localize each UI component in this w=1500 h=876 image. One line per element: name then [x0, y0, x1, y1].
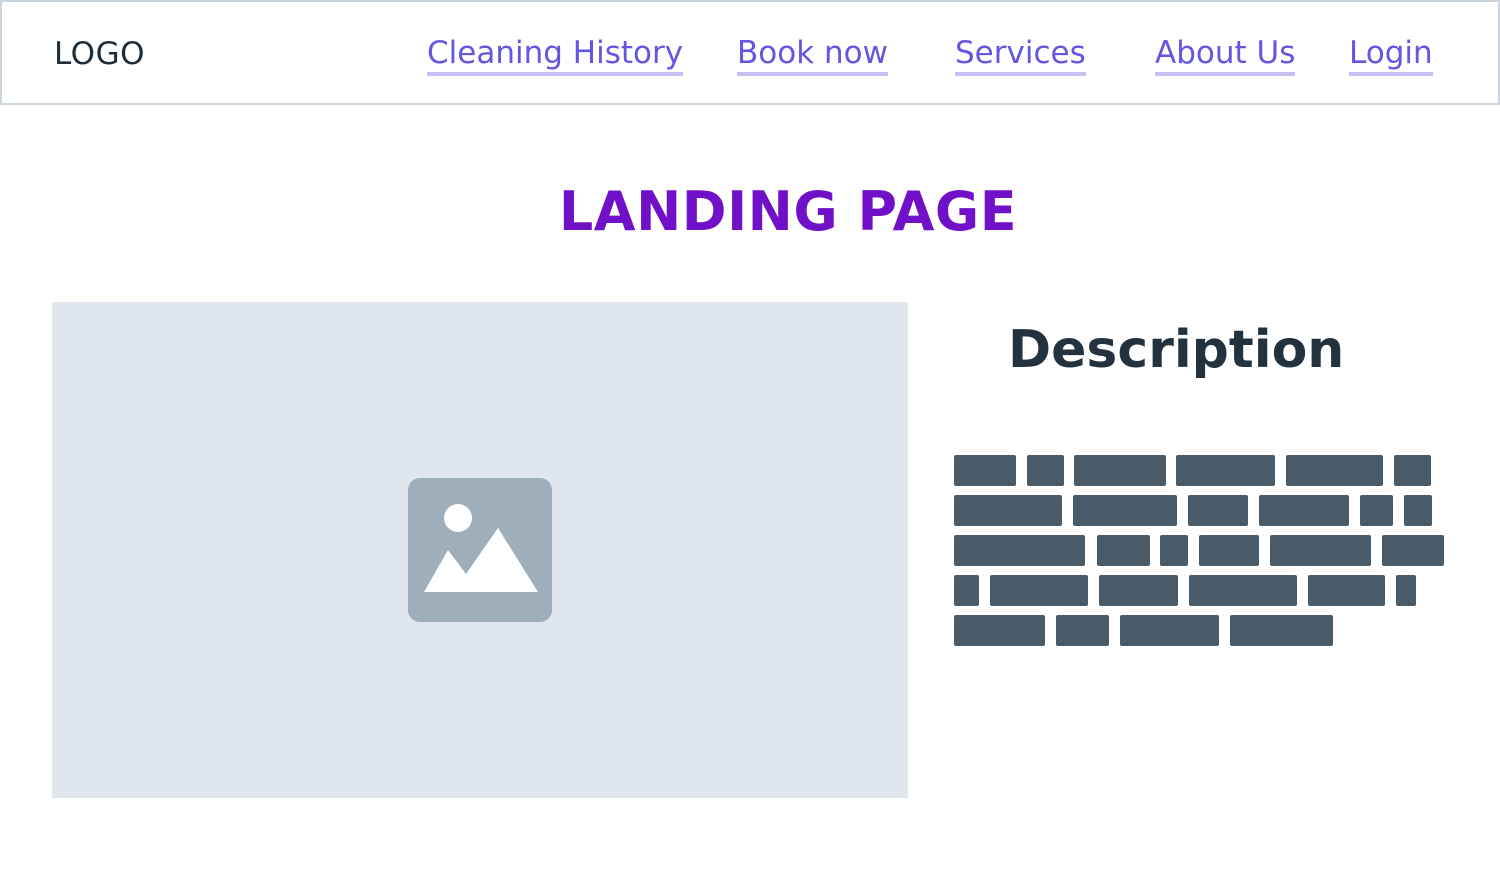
nav-link-services[interactable]: Services — [955, 34, 1086, 76]
text-block — [1188, 495, 1248, 526]
text-block — [1286, 455, 1383, 486]
text-block — [1270, 535, 1371, 566]
text-block — [1120, 615, 1219, 646]
text-block — [1360, 495, 1393, 526]
text-block — [990, 575, 1088, 606]
nav-link-login[interactable]: Login — [1349, 34, 1433, 76]
text-block — [954, 535, 1085, 566]
text-block — [1160, 535, 1188, 566]
text-block — [1259, 495, 1349, 526]
text-block — [954, 615, 1045, 646]
logo[interactable]: LOGO — [54, 36, 145, 72]
description-title: Description — [1008, 320, 1345, 380]
navbar: LOGO Cleaning History Book now Services … — [0, 0, 1500, 105]
text-block — [1074, 455, 1166, 486]
text-block — [1230, 615, 1333, 646]
text-block — [1099, 575, 1178, 606]
text-block — [1404, 495, 1432, 526]
text-block — [1189, 575, 1297, 606]
text-block — [1396, 575, 1416, 606]
image-placeholder-icon — [408, 478, 552, 622]
text-block — [1056, 615, 1109, 646]
text-block — [1382, 535, 1444, 566]
text-block — [1027, 455, 1064, 486]
nav-link-about-us[interactable]: About Us — [1155, 34, 1296, 76]
text-block — [954, 575, 979, 606]
text-block — [1308, 575, 1385, 606]
hero-image-placeholder — [52, 302, 908, 798]
text-block — [1073, 495, 1177, 526]
text-block — [1097, 535, 1150, 566]
nav-link-cleaning-history[interactable]: Cleaning History — [427, 34, 684, 76]
text-block — [1199, 535, 1259, 566]
text-block — [954, 495, 1062, 526]
text-block — [954, 455, 1016, 486]
page-title: LANDING PAGE — [558, 180, 1018, 243]
description-text-placeholder — [954, 455, 1454, 655]
text-block — [1394, 455, 1431, 486]
text-block — [1176, 455, 1275, 486]
nav-link-book-now[interactable]: Book now — [737, 34, 888, 76]
